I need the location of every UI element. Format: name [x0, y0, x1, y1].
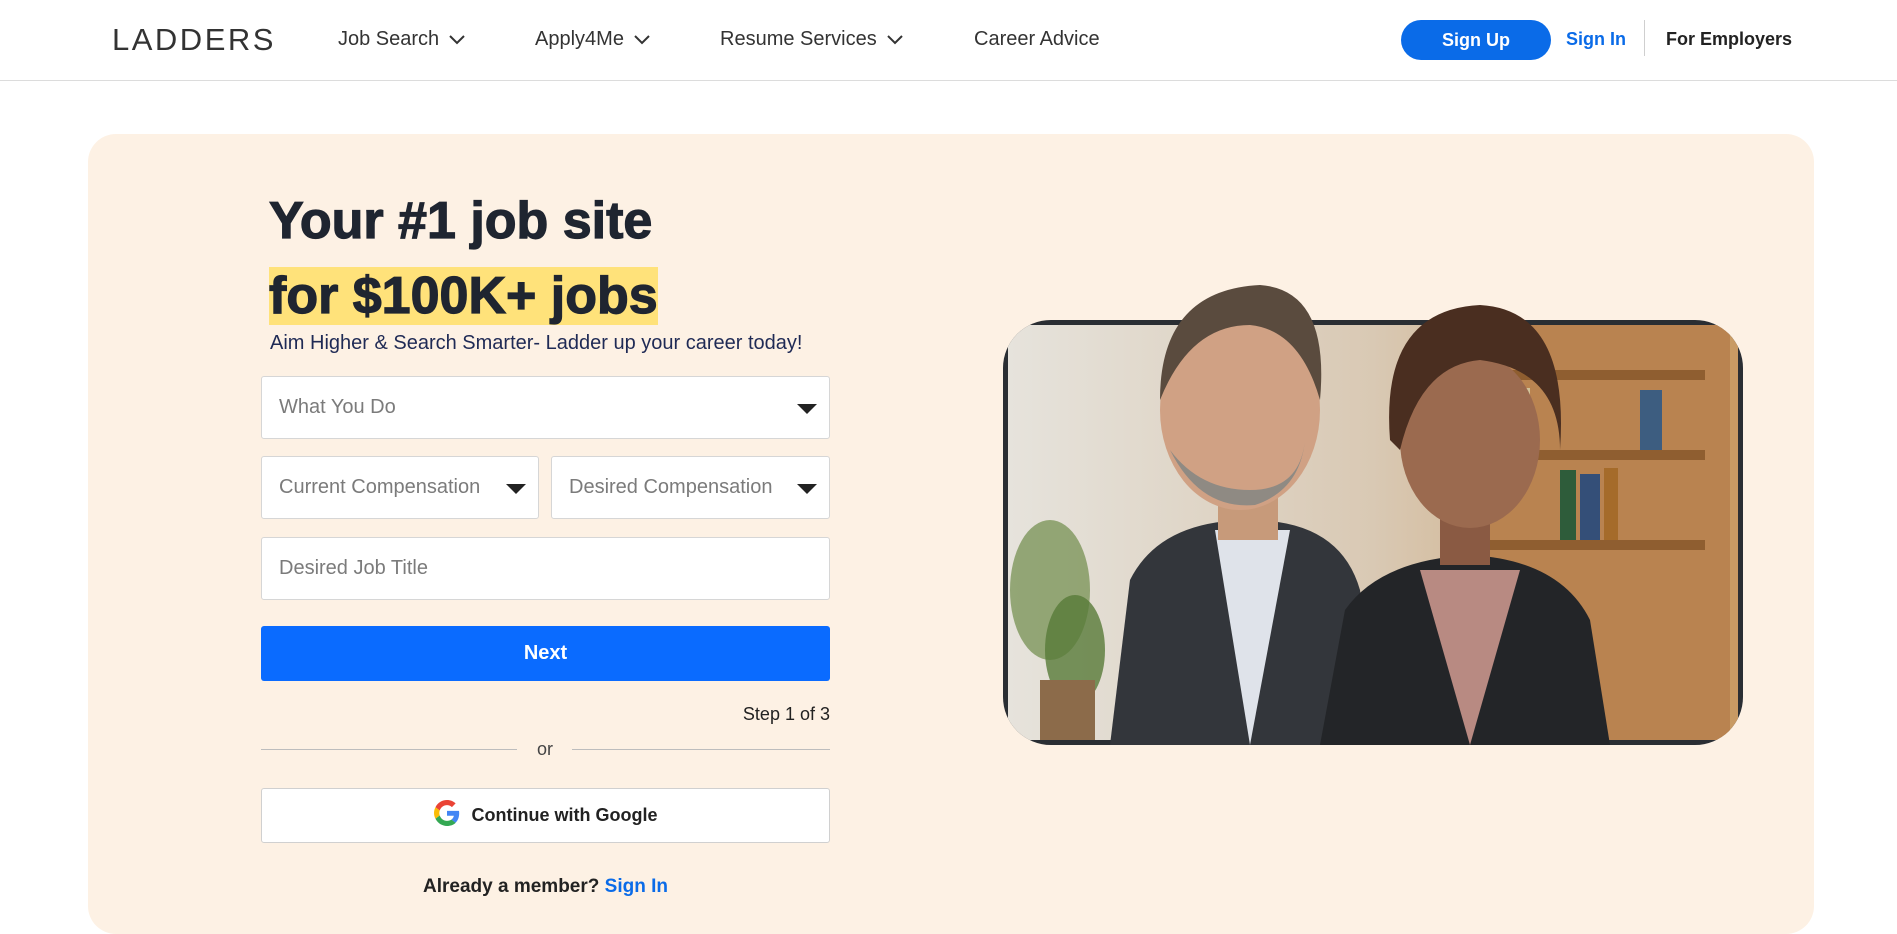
nav-career-advice[interactable]: Career Advice [974, 28, 1100, 51]
chevron-down-icon [887, 34, 903, 45]
logo[interactable]: LADDERS [112, 22, 276, 58]
subheadline: Aim Higher & Search Smarter- Ladder up y… [270, 332, 803, 354]
what-you-do-select[interactable]: What You Do [261, 376, 830, 439]
chevron-down-icon [449, 34, 465, 45]
sign-in-link-bottom[interactable]: Sign In [605, 876, 668, 897]
headline-line-1: Your #1 job site [268, 191, 653, 250]
professionals-photo [1003, 285, 1743, 745]
nav-label: Apply4Me [535, 28, 624, 50]
page-title: Your #1 job site for $100K+ jobs [268, 184, 658, 334]
next-button[interactable]: Next [261, 626, 830, 681]
already-member-text: Already a member? Sign In [261, 876, 830, 898]
select-value: Desired Compensation [569, 476, 773, 498]
nav-resume-services[interactable]: Resume Services [720, 28, 903, 51]
input-placeholder: Desired Job Title [279, 557, 428, 579]
desired-compensation-select[interactable]: Desired Compensation [551, 456, 830, 519]
select-value: What You Do [279, 396, 396, 418]
for-employers-link[interactable]: For Employers [1666, 29, 1792, 50]
sign-up-button[interactable]: Sign Up [1401, 20, 1551, 60]
google-icon [433, 800, 460, 831]
select-value: Current Compensation [279, 476, 481, 498]
site-header: LADDERS Job Search Apply4Me Resume Servi… [0, 0, 1897, 81]
or-separator: or [536, 739, 553, 759]
nav-label: Job Search [338, 28, 440, 50]
nav-label: Career Advice [974, 28, 1100, 50]
step-indicator: Step 1 of 3 [742, 704, 830, 724]
headline-line-2: for $100K+ jobs [268, 266, 658, 325]
current-compensation-select[interactable]: Current Compensation [261, 456, 539, 519]
divider-left [261, 749, 517, 750]
chevron-down-icon [634, 34, 650, 45]
continue-with-google-button[interactable]: Continue with Google [261, 788, 830, 843]
caret-down-icon [506, 484, 526, 494]
desired-job-title-input[interactable]: Desired Job Title [261, 537, 830, 600]
nav-apply4me[interactable]: Apply4Me [535, 28, 650, 51]
nav-label: Resume Services [720, 28, 877, 50]
divider [1644, 20, 1645, 56]
already-member-label: Already a member? [423, 876, 600, 897]
google-button-label: Continue with Google [471, 805, 658, 825]
caret-down-icon [797, 404, 817, 414]
divider-right [572, 749, 830, 750]
sign-in-link[interactable]: Sign In [1566, 29, 1626, 50]
caret-down-icon [797, 484, 817, 494]
nav-job-search[interactable]: Job Search [338, 28, 465, 51]
